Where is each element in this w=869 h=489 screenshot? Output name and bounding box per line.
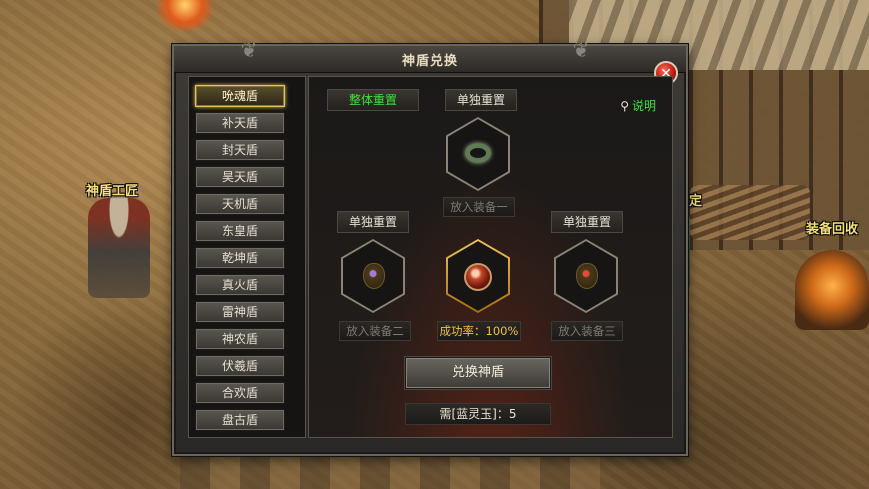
shield-exchange-dialog: ❦ ❦ 神盾兑换 ✕ 吮魂盾 补天盾 封天盾 昊天盾 天机盾 东皇盾 乾坤盾 真…: [172, 38, 688, 456]
shield-item-8[interactable]: 雷神盾: [195, 301, 285, 323]
slot1-label: 放入装备一: [443, 197, 515, 217]
success-rate: 成功率：100%: [437, 321, 521, 341]
magnifier-icon: ⚲: [620, 99, 629, 113]
reset-all-button[interactable]: 整体重置: [327, 89, 419, 111]
shield-item-4[interactable]: 天机盾: [195, 193, 285, 215]
jade-ring-icon: [465, 143, 491, 163]
exchange-panel: 整体重置 单独重置 ⚲ 说明 放入装备一 单独重置 单独重置 放入装备二 成功率：…: [308, 76, 673, 438]
reset-slot1-button[interactable]: 单独重置: [445, 89, 517, 111]
shield-item-6[interactable]: 乾坤盾: [195, 247, 285, 269]
slot2-label: 放入装备二: [339, 321, 411, 341]
slot3-label: 放入装备三: [551, 321, 623, 341]
shield-item-12[interactable]: 盘古盾: [195, 409, 285, 431]
cost-requirement: 需[蓝灵玉]：5: [405, 403, 551, 425]
shield-item-2[interactable]: 封天盾: [195, 139, 285, 161]
furnace-npc[interactable]: [795, 250, 869, 330]
ground-tiles: [180, 452, 600, 489]
shield-item-9[interactable]: 神农盾: [195, 328, 285, 350]
shield-item-3[interactable]: 昊天盾: [195, 166, 285, 188]
wood-pile: [690, 185, 810, 240]
shield-item-10[interactable]: 伏羲盾: [195, 355, 285, 377]
shield-orb-icon: [464, 263, 492, 291]
help-link[interactable]: ⚲ 说明: [620, 97, 656, 114]
red-pouch-icon: [576, 263, 598, 289]
shield-item-11[interactable]: 合欢盾: [195, 382, 285, 404]
shield-list-panel: 吮魂盾 补天盾 封天盾 昊天盾 天机盾 东皇盾 乾坤盾 真火盾 雷神盾 神农盾 …: [188, 76, 306, 438]
reset-slot3-button[interactable]: 单独重置: [551, 211, 623, 233]
npc-name-recycle[interactable]: 装备回收: [806, 218, 858, 237]
shield-smith-npc[interactable]: [88, 198, 150, 298]
reset-slot2-button[interactable]: 单独重置: [337, 211, 409, 233]
npc-name-shield-smith[interactable]: 神盾工匠: [86, 180, 138, 199]
shield-item-5[interactable]: 东皇盾: [195, 220, 285, 242]
shield-item-1[interactable]: 补天盾: [195, 112, 285, 134]
shield-item-7[interactable]: 真火盾: [195, 274, 285, 296]
dialog-title: 神盾兑换: [401, 54, 458, 69]
shield-item-0[interactable]: 吮魂盾: [195, 85, 285, 107]
dialog-title-bar[interactable]: ❦ ❦ 神盾兑换: [174, 38, 686, 73]
help-label: 说明: [631, 99, 656, 113]
purple-pouch-icon: [363, 263, 385, 289]
exchange-shield-button[interactable]: 兑换神盾: [405, 357, 551, 389]
